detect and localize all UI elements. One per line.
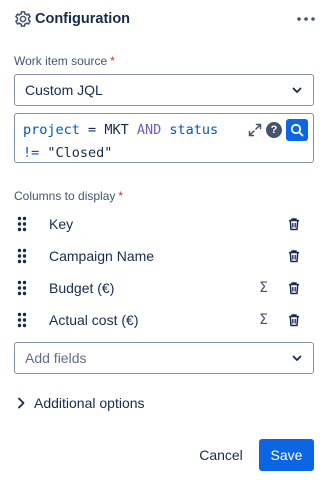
column-row[interactable]: Budget (€) Σ [14, 272, 320, 304]
columns-label: Columns to display * [14, 189, 123, 203]
required-mark: * [110, 54, 115, 68]
sum-icon[interactable]: Σ [259, 280, 268, 296]
work-item-source-select[interactable]: Custom JQL [14, 74, 314, 106]
jql-token: "Closed" [47, 145, 113, 161]
more-icon [297, 17, 315, 21]
jql-editor[interactable]: project = MKT AND status != "Closed" ? [14, 113, 314, 163]
trash-icon[interactable] [287, 281, 301, 295]
trash-icon[interactable] [287, 313, 301, 327]
drag-handle-icon[interactable] [17, 312, 27, 328]
add-fields-placeholder: Add fields [25, 350, 87, 366]
more-options-button[interactable] [295, 8, 317, 30]
save-button[interactable]: Save [259, 439, 314, 471]
required-mark: * [118, 189, 124, 203]
cancel-button[interactable]: Cancel [190, 440, 252, 470]
additional-options-toggle[interactable]: Additional options [14, 393, 145, 413]
search-icon [290, 123, 304, 137]
column-row[interactable]: Key [14, 208, 320, 240]
jql-token: != [23, 145, 40, 161]
drag-handle-icon[interactable] [17, 216, 27, 232]
columns-label-text: Columns to display [14, 189, 116, 203]
column-label: Key [49, 216, 74, 232]
column-label: Actual cost (€) [49, 312, 139, 328]
sum-icon[interactable]: Σ [259, 312, 268, 328]
trash-icon[interactable] [287, 217, 301, 231]
jql-token: status [169, 122, 219, 138]
add-fields-select[interactable]: Add fields [14, 342, 314, 374]
help-icon[interactable]: ? [266, 122, 282, 138]
work-item-source-label-text: Work item source [14, 54, 108, 68]
jql-token: project [23, 122, 80, 138]
chevron-down-icon [292, 355, 302, 361]
chevron-down-icon [292, 87, 302, 93]
jql-token: AND [136, 122, 162, 138]
column-label: Budget (€) [49, 280, 115, 296]
additional-options-label: Additional options [34, 395, 145, 411]
jql-token: MKT [104, 122, 129, 138]
jql-token: = [88, 122, 97, 138]
jql-tools: ? [248, 119, 308, 141]
drag-handle-icon[interactable] [17, 248, 27, 264]
jql-search-button[interactable] [286, 119, 308, 141]
drag-handle-icon[interactable] [17, 280, 27, 296]
column-label: Campaign Name [49, 248, 155, 264]
work-item-source-label: Work item source * [14, 54, 115, 68]
column-row[interactable]: Actual cost (€) Σ [14, 304, 320, 336]
work-item-source-value: Custom JQL [25, 82, 103, 98]
panel-title: Configuration [35, 11, 131, 27]
expand-button[interactable] [248, 123, 262, 137]
chevron-right-icon [18, 397, 25, 409]
trash-icon[interactable] [287, 249, 301, 263]
gear-icon [14, 11, 32, 27]
panel-header: Configuration [14, 8, 320, 30]
jql-query-text[interactable]: project = MKT AND status != "Closed" [23, 119, 233, 165]
column-row[interactable]: Campaign Name [14, 240, 320, 272]
expand-icon [248, 123, 262, 137]
